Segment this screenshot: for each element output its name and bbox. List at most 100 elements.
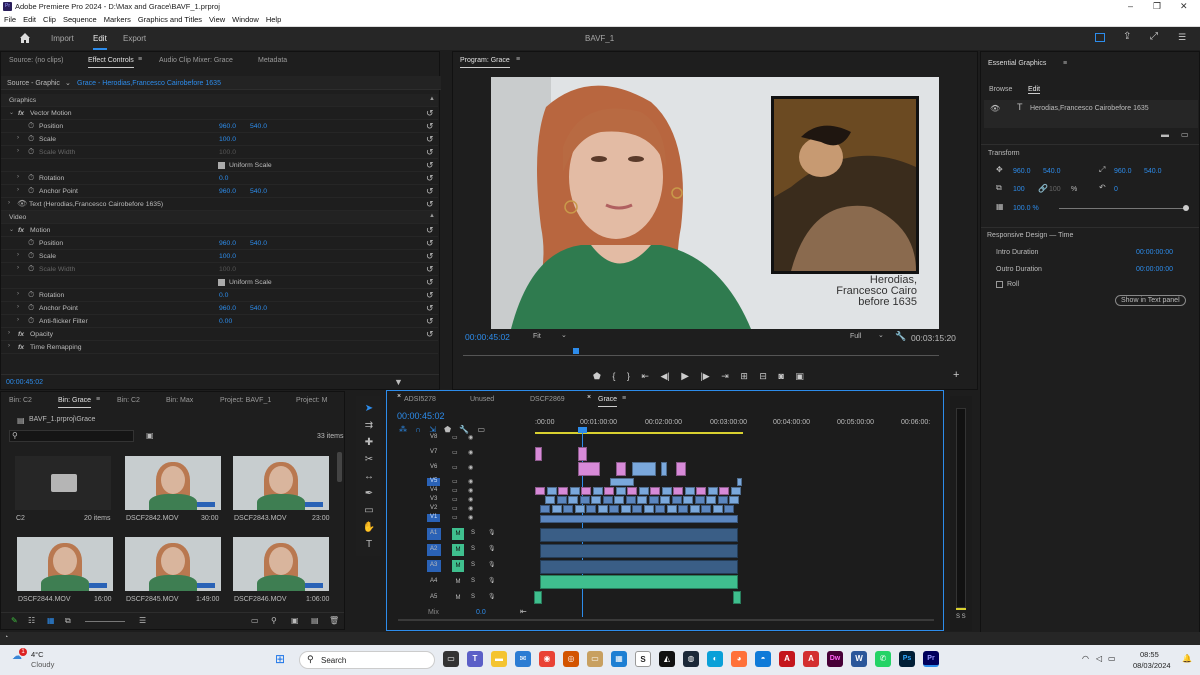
clip-v4[interactable] (569, 487, 580, 495)
notifications-icon[interactable]: 🔔 (1182, 654, 1192, 663)
maximize-button[interactable]: ❐ (1153, 1, 1161, 12)
track-name[interactable]: A4 (430, 578, 437, 584)
selection-tool-icon[interactable]: ➤ (362, 402, 376, 416)
new-bin-icon[interactable]: ▣ (291, 616, 299, 625)
reset-icon[interactable]: ↺ (426, 199, 434, 210)
clip-a1[interactable] (540, 528, 738, 542)
icon-view-icon[interactable]: ▦ (47, 616, 55, 625)
go-to-out-icon[interactable]: ⇥ (721, 371, 729, 381)
expand-icon[interactable]: ⌄ (9, 226, 14, 233)
collapse-icon[interactable]: ▲ (429, 213, 435, 219)
eye-icon[interactable]: ◉ (468, 464, 473, 471)
reset-icon[interactable]: ↺ (426, 316, 434, 327)
settings-wrench-icon[interactable]: 🔧 (459, 425, 469, 434)
menu-window[interactable]: Window (228, 13, 262, 24)
eye-icon[interactable]: ◉ (468, 496, 473, 503)
property-value-y[interactable]: 540.0 (250, 305, 267, 312)
opacity-slider[interactable] (1059, 208, 1189, 209)
clip-v3[interactable] (706, 496, 716, 504)
chevron-right-icon[interactable]: › (8, 343, 10, 349)
bin-item-c2[interactable] (15, 456, 111, 510)
eye-icon[interactable]: ◉ (468, 487, 473, 494)
app-icon[interactable]: ▦ (611, 651, 627, 667)
firefox-icon[interactable]: ◕ (731, 651, 747, 667)
nvidia-icon[interactable]: ◭ (659, 651, 675, 667)
anchor-y-value[interactable]: 540.0 (1144, 168, 1162, 175)
clip-v6[interactable] (661, 462, 667, 476)
effect-motion[interactable]: ⌄ fx Motion ↺ (1, 224, 438, 237)
ripple-edit-icon[interactable]: ✚ (362, 436, 376, 450)
minimize-button[interactable]: – (1128, 1, 1133, 11)
marker-icon[interactable]: ⬟ (593, 371, 601, 381)
close-button[interactable]: ✕ (1180, 1, 1188, 12)
tab-eg-edit[interactable]: Edit (1028, 86, 1041, 94)
tab-browse[interactable]: Browse (989, 86, 1012, 93)
menu-sequence[interactable]: Sequence (59, 13, 100, 24)
tab-project-bavf[interactable]: Project: BAVF_1 (220, 397, 271, 404)
track-name[interactable]: A1 (430, 530, 437, 536)
property-value-x[interactable]: 960.0 (219, 188, 236, 195)
new-layer-group-icon[interactable]: ▬ (1161, 130, 1169, 139)
reset-icon[interactable]: ↺ (426, 264, 434, 275)
chevron-right-icon[interactable]: › (17, 148, 19, 154)
taskbar-search[interactable]: ⚲ Search (299, 651, 435, 669)
mute-button[interactable]: M (452, 576, 464, 588)
tab-bin-c2-2[interactable]: Bin: C2 (117, 397, 140, 404)
sync-lock-icon[interactable]: ▭ (452, 464, 458, 471)
scale-value[interactable]: 100 (1013, 186, 1025, 193)
chevron-down-icon[interactable]: ⌄ (561, 331, 567, 339)
tab-bin-grace[interactable]: Bin: Grace (58, 397, 92, 408)
home-icon[interactable] (19, 32, 31, 44)
track-name[interactable]: V8 (430, 434, 437, 440)
property-row-scale[interactable]: › ⏱ Scale 100.0 ↺ (1, 133, 438, 146)
clip-v2[interactable] (724, 505, 734, 513)
clip-v2[interactable] (620, 505, 631, 513)
snap-icon[interactable]: ∩ (415, 425, 421, 434)
reset-icon[interactable]: ↺ (426, 303, 434, 314)
sync-lock-icon[interactable]: ▭ (452, 434, 458, 441)
reset-icon[interactable]: ↺ (426, 147, 434, 158)
camera-icon[interactable]: ◙ (778, 371, 783, 381)
playhead-icon[interactable] (573, 348, 579, 354)
clip-v4[interactable] (661, 487, 672, 495)
clip-v3[interactable] (729, 496, 739, 504)
clip-v4[interactable] (638, 487, 649, 495)
property-value-x[interactable]: 0.00 (219, 318, 232, 325)
effect-controls-timecode[interactable]: 00:00:45:02 (6, 379, 43, 386)
menu-view[interactable]: View (205, 13, 228, 24)
roll-checkbox[interactable] (996, 281, 1003, 288)
solo-button[interactable]: S (471, 530, 475, 536)
track-name[interactable]: V4 (430, 487, 437, 493)
property-value-y[interactable]: 540.0 (250, 123, 267, 130)
microphone-icon[interactable]: 🎙 (488, 545, 496, 552)
app-icon[interactable]: ◐ (707, 651, 723, 667)
collapse-icon[interactable]: ▲ (429, 96, 435, 102)
app-icon[interactable]: ◎ (563, 651, 579, 667)
clip-v7[interactable] (578, 447, 587, 461)
overwrite-icon[interactable]: ⊟ (759, 371, 767, 381)
outro-duration-value[interactable]: 00:00:00:00 (1136, 266, 1173, 273)
track-name[interactable]: V6 (430, 464, 437, 470)
program-timecode[interactable]: 00:00:45:02 (465, 332, 510, 342)
property-row-rotation[interactable]: › ⏱ Rotation 0.0 ↺ (1, 289, 438, 302)
nest-icon[interactable]: ⁂ (399, 425, 407, 434)
clip-v2[interactable] (678, 505, 688, 513)
panel-menu-icon[interactable]: ≡ (96, 396, 100, 403)
clip-v2[interactable] (666, 505, 677, 513)
reset-icon[interactable]: ↺ (426, 121, 434, 132)
menu-file[interactable]: File (0, 13, 19, 24)
eye-icon[interactable]: ◉ (468, 434, 473, 441)
mute-button[interactable]: M (452, 592, 464, 604)
zoom-select[interactable]: Fit (533, 333, 541, 340)
clip-v3[interactable] (625, 496, 636, 504)
video-frame[interactable]: Herodias, Francesco Cairo before 1635 (491, 77, 939, 329)
new-item-icon[interactable]: ▤ (311, 616, 319, 625)
tab-bin-max[interactable]: Bin: Max (166, 397, 193, 404)
menu-markers[interactable]: Markers (100, 13, 134, 24)
uniform-scale-checkbox[interactable] (218, 279, 225, 286)
mute-button[interactable]: M (452, 544, 464, 556)
clip-v4[interactable] (615, 487, 626, 495)
explorer-icon[interactable]: ▬ (491, 651, 507, 667)
battery-icon[interactable]: ▭ (1108, 654, 1116, 663)
clip-label[interactable]: Grace - Herodias,Francesco Cairobefore 1… (77, 80, 221, 87)
